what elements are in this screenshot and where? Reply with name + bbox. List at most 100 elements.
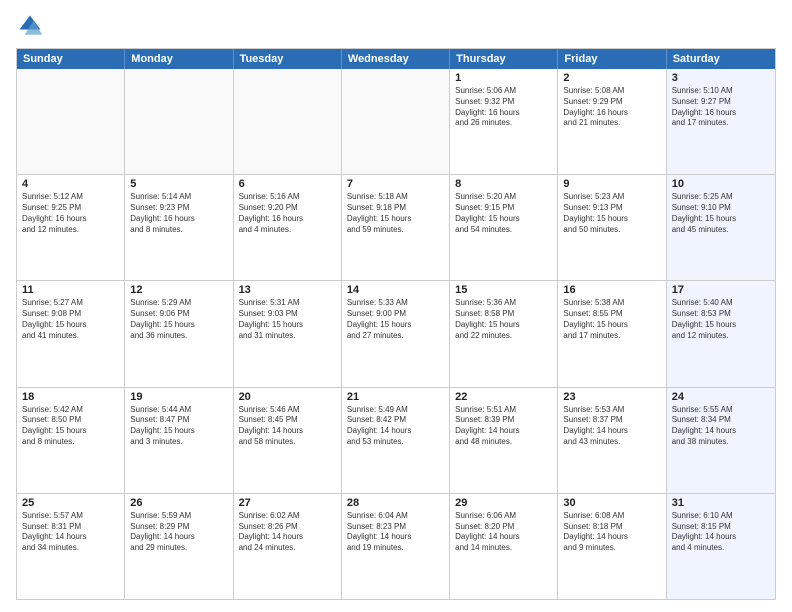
calendar-cell-4-1: 26 Sunrise: 5:59 AMSunset: 8:29 PMDayligh… — [125, 494, 233, 599]
calendar-cell-1-6: 10Sunrise: 5:25 AMSunset: 9:10 PMDayligh… — [667, 175, 775, 280]
day-number: 2 — [563, 72, 660, 84]
header-cell-saturday: Saturday — [667, 49, 775, 69]
day-number: 19 — [130, 391, 227, 403]
day-number: 18 — [22, 391, 119, 403]
day-number: 12 — [130, 284, 227, 296]
day-number: 14 — [347, 284, 444, 296]
day-info: Sunrise: 6:06 AMSunset: 8:20 PMDaylight:… — [455, 511, 552, 554]
calendar-cell-3-3: 21 Sunrise: 5:49 AMSunset: 8:42 PMDayligh… — [342, 388, 450, 493]
day-number: 28 — [347, 497, 444, 509]
header-cell-friday: Friday — [558, 49, 666, 69]
calendar-cell-1-3: 7 Sunrise: 5:18 AMSunset: 9:18 PMDaylight… — [342, 175, 450, 280]
day-number: 6 — [239, 178, 336, 190]
day-info: Sunrise: 5:31 AMSunset: 9:03 PMDaylight:… — [239, 298, 336, 341]
calendar-cell-0-0 — [17, 69, 125, 174]
calendar-cell-2-4: 15Sunrise: 5:36 AMSunset: 8:58 PMDayligh… — [450, 281, 558, 386]
day-info: Sunrise: 5:44 AMSunset: 8:47 PMDaylight:… — [130, 405, 227, 448]
calendar-header: SundayMondayTuesdayWednesdayThursdayFrid… — [17, 49, 775, 69]
calendar-cell-3-1: 19 Sunrise: 5:44 AMSunset: 8:47 PMDayligh… — [125, 388, 233, 493]
calendar-row-1: 4 Sunrise: 5:12 AMSunset: 9:25 PMDaylight… — [17, 174, 775, 280]
calendar-cell-3-2: 20 Sunrise: 5:46 AMSunset: 8:45 PMDayligh… — [234, 388, 342, 493]
day-info: Sunrise: 5:29 AMSunset: 9:06 PMDaylight:… — [130, 298, 227, 341]
calendar-cell-0-6: 3 Sunrise: 5:10 AMSunset: 9:27 PMDaylight… — [667, 69, 775, 174]
day-number: 5 — [130, 178, 227, 190]
day-number: 8 — [455, 178, 552, 190]
header-cell-wednesday: Wednesday — [342, 49, 450, 69]
day-info: Sunrise: 5:42 AMSunset: 8:50 PMDaylight:… — [22, 405, 119, 448]
day-info: Sunrise: 5:27 AMSunset: 9:08 PMDaylight:… — [22, 298, 119, 341]
day-number: 13 — [239, 284, 336, 296]
calendar-row-0: 1Sunrise: 5:06 AMSunset: 9:32 PMDaylight… — [17, 69, 775, 174]
day-info: Sunrise: 5:20 AMSunset: 9:15 PMDaylight:… — [455, 192, 552, 235]
calendar-cell-2-6: 17 Sunrise: 5:40 AMSunset: 8:53 PMDayligh… — [667, 281, 775, 386]
day-number: 10 — [672, 178, 770, 190]
calendar-cell-0-5: 2 Sunrise: 5:08 AMSunset: 9:29 PMDaylight… — [558, 69, 666, 174]
calendar-cell-1-4: 8 Sunrise: 5:20 AMSunset: 9:15 PMDaylight… — [450, 175, 558, 280]
day-info: Sunrise: 5:40 AMSunset: 8:53 PMDaylight:… — [672, 298, 770, 341]
day-info: Sunrise: 5:55 AMSunset: 8:34 PMDaylight:… — [672, 405, 770, 448]
calendar-cell-3-6: 24 Sunrise: 5:55 AMSunset: 8:34 PMDayligh… — [667, 388, 775, 493]
calendar-body: 1Sunrise: 5:06 AMSunset: 9:32 PMDaylight… — [17, 69, 775, 599]
calendar-cell-2-2: 13 Sunrise: 5:31 AMSunset: 9:03 PMDayligh… — [234, 281, 342, 386]
calendar-cell-4-4: 29Sunrise: 6:06 AMSunset: 8:20 PMDayligh… — [450, 494, 558, 599]
calendar-cell-2-5: 16Sunrise: 5:38 AMSunset: 8:55 PMDayligh… — [558, 281, 666, 386]
day-info: Sunrise: 5:06 AMSunset: 9:32 PMDaylight:… — [455, 86, 552, 129]
calendar-cell-1-1: 5Sunrise: 5:14 AMSunset: 9:23 PMDaylight… — [125, 175, 233, 280]
calendar-cell-1-5: 9Sunrise: 5:23 AMSunset: 9:13 PMDaylight… — [558, 175, 666, 280]
day-number: 3 — [672, 72, 770, 84]
page: SundayMondayTuesdayWednesdayThursdayFrid… — [0, 0, 792, 612]
calendar-cell-0-3 — [342, 69, 450, 174]
calendar-cell-3-5: 23Sunrise: 5:53 AMSunset: 8:37 PMDayligh… — [558, 388, 666, 493]
day-info: Sunrise: 6:08 AMSunset: 8:18 PMDaylight:… — [563, 511, 660, 554]
day-info: Sunrise: 5:23 AMSunset: 9:13 PMDaylight:… — [563, 192, 660, 235]
calendar-cell-0-1 — [125, 69, 233, 174]
logo-icon — [16, 12, 44, 40]
day-info: Sunrise: 5:08 AMSunset: 9:29 PMDaylight:… — [563, 86, 660, 129]
day-number: 17 — [672, 284, 770, 296]
day-number: 15 — [455, 284, 552, 296]
calendar-cell-2-1: 12 Sunrise: 5:29 AMSunset: 9:06 PMDayligh… — [125, 281, 233, 386]
day-number: 24 — [672, 391, 770, 403]
calendar-cell-4-3: 28 Sunrise: 6:04 AMSunset: 8:23 PMDayligh… — [342, 494, 450, 599]
day-number: 23 — [563, 391, 660, 403]
day-info: Sunrise: 5:18 AMSunset: 9:18 PMDaylight:… — [347, 192, 444, 235]
day-info: Sunrise: 5:59 AMSunset: 8:29 PMDaylight:… — [130, 511, 227, 554]
day-info: Sunrise: 5:46 AMSunset: 8:45 PMDaylight:… — [239, 405, 336, 448]
header-cell-monday: Monday — [125, 49, 233, 69]
calendar-row-2: 11Sunrise: 5:27 AMSunset: 9:08 PMDayligh… — [17, 280, 775, 386]
day-number: 25 — [22, 497, 119, 509]
calendar-cell-4-0: 25Sunrise: 5:57 AMSunset: 8:31 PMDayligh… — [17, 494, 125, 599]
day-info: Sunrise: 5:49 AMSunset: 8:42 PMDaylight:… — [347, 405, 444, 448]
calendar-cell-4-5: 30Sunrise: 6:08 AMSunset: 8:18 PMDayligh… — [558, 494, 666, 599]
day-info: Sunrise: 5:12 AMSunset: 9:25 PMDaylight:… — [22, 192, 119, 235]
calendar-cell-3-0: 18 Sunrise: 5:42 AMSunset: 8:50 PMDayligh… — [17, 388, 125, 493]
day-number: 4 — [22, 178, 119, 190]
calendar-row-4: 25Sunrise: 5:57 AMSunset: 8:31 PMDayligh… — [17, 493, 775, 599]
header-cell-thursday: Thursday — [450, 49, 558, 69]
day-info: Sunrise: 5:10 AMSunset: 9:27 PMDaylight:… — [672, 86, 770, 129]
calendar-cell-2-0: 11Sunrise: 5:27 AMSunset: 9:08 PMDayligh… — [17, 281, 125, 386]
calendar-cell-4-6: 31 Sunrise: 6:10 AMSunset: 8:15 PMDayligh… — [667, 494, 775, 599]
day-info: Sunrise: 6:10 AMSunset: 8:15 PMDaylight:… — [672, 511, 770, 554]
day-info: Sunrise: 5:51 AMSunset: 8:39 PMDaylight:… — [455, 405, 552, 448]
day-number: 7 — [347, 178, 444, 190]
day-info: Sunrise: 5:38 AMSunset: 8:55 PMDaylight:… — [563, 298, 660, 341]
day-info: Sunrise: 5:33 AMSunset: 9:00 PMDaylight:… — [347, 298, 444, 341]
day-number: 27 — [239, 497, 336, 509]
day-info: Sunrise: 6:02 AMSunset: 8:26 PMDaylight:… — [239, 511, 336, 554]
day-info: Sunrise: 5:16 AMSunset: 9:20 PMDaylight:… — [239, 192, 336, 235]
day-number: 21 — [347, 391, 444, 403]
calendar-cell-1-0: 4 Sunrise: 5:12 AMSunset: 9:25 PMDaylight… — [17, 175, 125, 280]
day-number: 20 — [239, 391, 336, 403]
calendar-cell-0-4: 1Sunrise: 5:06 AMSunset: 9:32 PMDaylight… — [450, 69, 558, 174]
header-cell-sunday: Sunday — [17, 49, 125, 69]
calendar: SundayMondayTuesdayWednesdayThursdayFrid… — [16, 48, 776, 600]
calendar-cell-2-3: 14 Sunrise: 5:33 AMSunset: 9:00 PMDayligh… — [342, 281, 450, 386]
logo — [16, 12, 48, 40]
calendar-cell-0-2 — [234, 69, 342, 174]
day-info: Sunrise: 6:04 AMSunset: 8:23 PMDaylight:… — [347, 511, 444, 554]
day-number: 31 — [672, 497, 770, 509]
day-number: 26 — [130, 497, 227, 509]
header — [16, 12, 776, 40]
day-number: 22 — [455, 391, 552, 403]
